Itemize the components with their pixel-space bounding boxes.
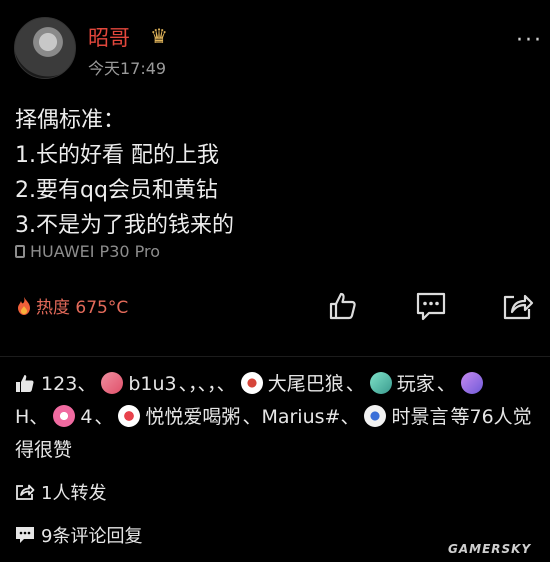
liker-name[interactable]: 4 — [80, 406, 92, 428]
liker-name[interactable]: 玩家 — [397, 373, 435, 395]
heat-indicator: 热度 675°C — [15, 293, 128, 318]
share-icon — [16, 484, 35, 500]
liker-avatar[interactable] — [460, 372, 483, 394]
liker-avatar[interactable] — [364, 405, 387, 427]
liker-avatar[interactable] — [118, 405, 141, 427]
liker-avatar[interactable] — [369, 372, 392, 394]
share-button[interactable] — [498, 286, 538, 326]
liker-avatar[interactable] — [53, 405, 76, 427]
likes-list: 123、 b1u3、，、，、 大尾巴狼、玩家、 H、 4、悦悦爱喝粥 、Marius#、时… — [15, 372, 532, 461]
device-name: HUAWEI P30 Pro — [30, 242, 161, 261]
liker-name[interactable]: 大尾巴狼 — [268, 373, 344, 395]
comment-button[interactable] — [411, 286, 451, 326]
vip-crown-icon: ♛ — [150, 24, 168, 48]
flame-icon — [18, 296, 30, 315]
divider — [0, 356, 550, 357]
avatar[interactable] — [14, 17, 76, 79]
liker-name[interactable]: H — [15, 406, 29, 428]
post-line: 1.长的好看 配的上我 — [15, 143, 219, 168]
liker-name[interactable]: 时景言 — [391, 406, 448, 428]
heat-value: 热度 675°C — [36, 298, 129, 318]
shares-row[interactable]: 1人转发 — [15, 479, 106, 505]
post-timestamp: 今天17:49 — [88, 59, 167, 78]
watermark: GAMERSKY — [448, 542, 532, 556]
device-label: HUAWEI P30 Pro — [15, 242, 160, 261]
liker-name[interactable]: 悦悦爱喝粥 — [145, 406, 240, 428]
comments-text: 9条评论回复 — [41, 526, 143, 547]
thumbs-up-icon — [329, 292, 356, 320]
more-options-icon[interactable]: ··· — [516, 28, 543, 53]
likes-count: 123 — [41, 373, 78, 395]
comment-icon — [416, 292, 446, 321]
share-icon — [503, 294, 534, 320]
post-line: 2.要有qq会员和黄钻 — [15, 178, 218, 203]
liker-avatar[interactable] — [240, 372, 263, 394]
like-button[interactable] — [323, 286, 363, 326]
comment-icon — [16, 527, 34, 543]
username[interactable]: 昭哥 — [88, 22, 130, 52]
comments-row[interactable]: 9条评论回复 — [15, 522, 142, 548]
post-line: 3.不是为了我的钱来的 — [15, 213, 234, 238]
liker-name[interactable]: ， — [207, 373, 217, 395]
liker-name[interactable]: Marius# — [261, 406, 340, 428]
post-content: 择偶标准： 1.长的好看 配的上我 2.要有qq会员和黄钻 3.不是为了我的钱来… — [15, 103, 234, 243]
phone-icon — [15, 245, 25, 258]
liker-avatar[interactable] — [101, 372, 124, 394]
post-line: 择偶标准： — [15, 108, 126, 133]
liker-name[interactable]: b1u3 — [128, 373, 176, 395]
liker-name[interactable]: ， — [188, 373, 198, 395]
shares-text: 1人转发 — [41, 483, 107, 504]
thumbs-up-icon — [16, 375, 34, 392]
